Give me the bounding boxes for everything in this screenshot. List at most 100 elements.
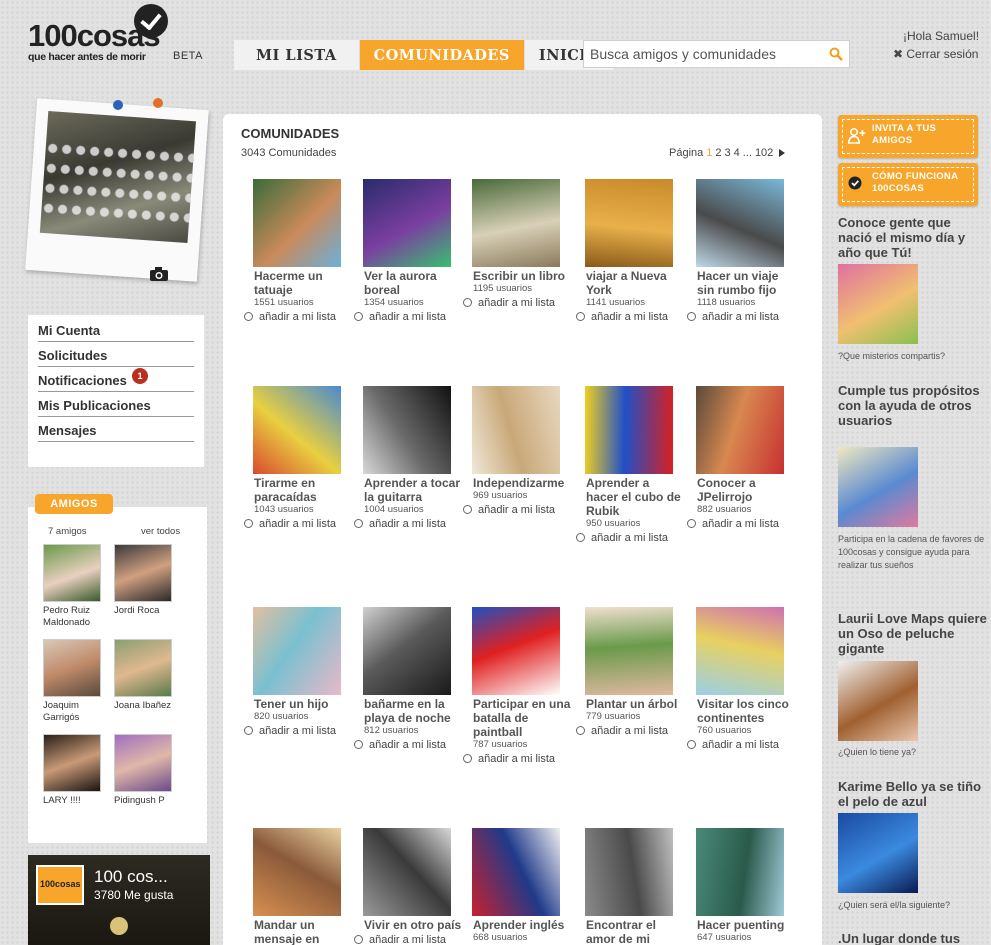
add-to-list-option[interactable]: añadir a mi lista (354, 739, 462, 752)
fb-page-title[interactable]: 100 cos... (94, 867, 168, 887)
friend-name[interactable]: Joaquim Garrigós (43, 700, 113, 724)
community-card[interactable]: Encontrar el amor de miañadir a mi lista (576, 828, 684, 945)
radio-icon[interactable] (463, 505, 472, 514)
friend-item[interactable]: Jordi Roca (114, 544, 184, 617)
see-all-friends-link[interactable]: ver todos (141, 526, 180, 537)
add-to-list-option[interactable]: añadir a mi lista (463, 753, 571, 766)
community-thumbnail[interactable] (472, 179, 560, 267)
page-link[interactable]: 2 (715, 147, 721, 159)
community-card[interactable]: Plantar un árbol 779 usuarios añadir a mi … (576, 607, 684, 738)
community-title[interactable]: Independizarme (473, 476, 571, 490)
community-card[interactable]: Tener un hijo 820 usuarios añadir a mi lis… (244, 607, 352, 738)
add-to-list-option[interactable]: añadir a mi lista (576, 532, 684, 545)
radio-icon[interactable] (463, 754, 472, 763)
community-thumbnail[interactable] (253, 607, 341, 695)
community-card[interactable]: Participar en una batalla de paintball 78… (463, 607, 571, 766)
community-thumbnail[interactable] (363, 386, 451, 474)
community-card[interactable]: Conocer a JPelirrojo 882 usuarios añadir a… (687, 386, 795, 531)
radio-icon[interactable] (354, 519, 363, 528)
radio-icon[interactable] (354, 312, 363, 321)
community-title[interactable]: Vivir en otro país (364, 918, 462, 932)
radio-icon[interactable] (687, 312, 696, 321)
community-card[interactable]: Hacer puenting647 usuariosañadir a mi li… (687, 828, 795, 945)
community-card[interactable]: Hacer un viaje sin rumbo fijo 1118 usuari… (687, 179, 795, 324)
radio-icon[interactable] (354, 740, 363, 749)
menu-notificaciones[interactable]: Notificaciones 1 (38, 368, 194, 392)
friend-name[interactable]: LARY !!!! (43, 795, 113, 807)
promo-image[interactable] (838, 813, 918, 893)
radio-icon[interactable] (463, 298, 472, 307)
community-title[interactable]: Tirarme en paracaídas (254, 476, 352, 504)
community-thumbnail[interactable] (585, 828, 673, 916)
add-to-list-option[interactable]: añadir a mi lista (687, 739, 795, 752)
add-to-list-option[interactable]: añadir a mi lista (576, 311, 684, 324)
friend-item[interactable]: Joana Ibañez (114, 639, 184, 712)
community-title[interactable]: bañarme en la playa de noche (364, 697, 462, 725)
friend-avatar[interactable] (114, 544, 172, 602)
search-icon[interactable] (829, 47, 843, 61)
community-thumbnail[interactable] (696, 386, 784, 474)
community-title[interactable]: Aprender a hacer el cubo de Rubik (586, 476, 684, 518)
community-title[interactable]: Visitar los cinco continentes (697, 697, 795, 725)
promo-title[interactable]: .Un lugar donde tus (838, 931, 988, 945)
community-thumbnail[interactable] (585, 179, 673, 267)
friend-name[interactable]: Pidingush P (114, 795, 184, 807)
community-thumbnail[interactable] (253, 179, 341, 267)
add-to-list-option[interactable]: añadir a mi lista (244, 311, 352, 324)
community-thumbnail[interactable] (363, 179, 451, 267)
radio-icon[interactable] (244, 726, 253, 735)
add-to-list-option[interactable]: añadir a mi lista (354, 311, 462, 324)
radio-icon[interactable] (244, 312, 253, 321)
camera-icon[interactable] (150, 267, 168, 281)
radio-icon[interactable] (687, 740, 696, 749)
nav-mi-lista[interactable]: MI LISTA (234, 40, 360, 70)
page-link[interactable]: 4 (734, 147, 740, 159)
community-thumbnail[interactable] (253, 828, 341, 916)
community-card[interactable]: viajar a Nueva York 1141 usuarios añadir a… (576, 179, 684, 324)
menu-mis-publicaciones[interactable]: Mis Publicaciones (38, 396, 194, 417)
community-thumbnail[interactable] (585, 386, 673, 474)
community-card[interactable]: Vivir en otro país añadir a mi lista (354, 828, 462, 945)
promo-image[interactable] (838, 264, 918, 344)
radio-icon[interactable] (244, 519, 253, 528)
friend-name[interactable]: Joana Ibañez (114, 700, 184, 712)
community-thumbnail[interactable] (696, 179, 784, 267)
add-to-list-option[interactable]: añadir a mi lista (687, 518, 795, 531)
facebook-like-box[interactable]: 100cosas 100 cos... 3780 Me gusta (28, 855, 210, 945)
add-to-list-option[interactable]: añadir a mi lista (354, 934, 462, 945)
community-thumbnail[interactable] (696, 607, 784, 695)
community-title[interactable]: Hacer un viaje sin rumbo fijo (697, 269, 795, 297)
friend-avatar[interactable] (43, 544, 101, 602)
friend-item[interactable]: Joaquim Garrigós (43, 639, 113, 724)
community-title[interactable]: Encontrar el amor de mi (586, 918, 684, 945)
add-to-list-option[interactable]: añadir a mi lista (354, 518, 462, 531)
radio-icon[interactable] (687, 519, 696, 528)
community-card[interactable]: Mandar un mensaje enañadir a mi lista (244, 828, 352, 945)
community-card[interactable]: Aprender inglés668 usuariosañadir a mi l… (463, 828, 571, 945)
promo-image[interactable] (838, 661, 918, 741)
community-title[interactable]: Plantar un árbol (586, 697, 684, 711)
community-thumbnail[interactable] (472, 386, 560, 474)
radio-icon[interactable] (576, 312, 585, 321)
community-thumbnail[interactable] (363, 828, 451, 916)
community-title[interactable]: Ver la aurora boreal (364, 269, 462, 297)
community-thumbnail[interactable] (696, 828, 784, 916)
menu-solicitudes[interactable]: Solicitudes (38, 346, 194, 367)
community-card[interactable]: Hacerme un tatuaje 1551 usuarios añadir a … (244, 179, 352, 324)
friend-item[interactable]: LARY !!!! (43, 734, 113, 807)
community-title[interactable]: Hacer puenting (697, 918, 795, 932)
menu-mensajes[interactable]: Mensajes (38, 421, 194, 442)
page-link[interactable]: 3 (725, 147, 731, 159)
friend-name[interactable]: Jordi Roca (114, 605, 184, 617)
community-card[interactable]: Escribir un libro 1195 usuarios añadir a m… (463, 179, 571, 310)
friend-avatar[interactable] (114, 734, 172, 792)
community-thumbnail[interactable] (472, 607, 560, 695)
add-to-list-option[interactable]: añadir a mi lista (463, 297, 571, 310)
add-to-list-option[interactable]: añadir a mi lista (244, 725, 352, 738)
search-input[interactable] (584, 41, 814, 67)
community-thumbnail[interactable] (585, 607, 673, 695)
community-title[interactable]: Hacerme un tatuaje (254, 269, 352, 297)
promo-title[interactable]: Cumple tus propósitos con la ayuda de ot… (838, 383, 988, 428)
friend-item[interactable]: Pidingush P (114, 734, 184, 807)
community-card[interactable]: bañarme en la playa de noche 812 usuarios… (354, 607, 462, 752)
